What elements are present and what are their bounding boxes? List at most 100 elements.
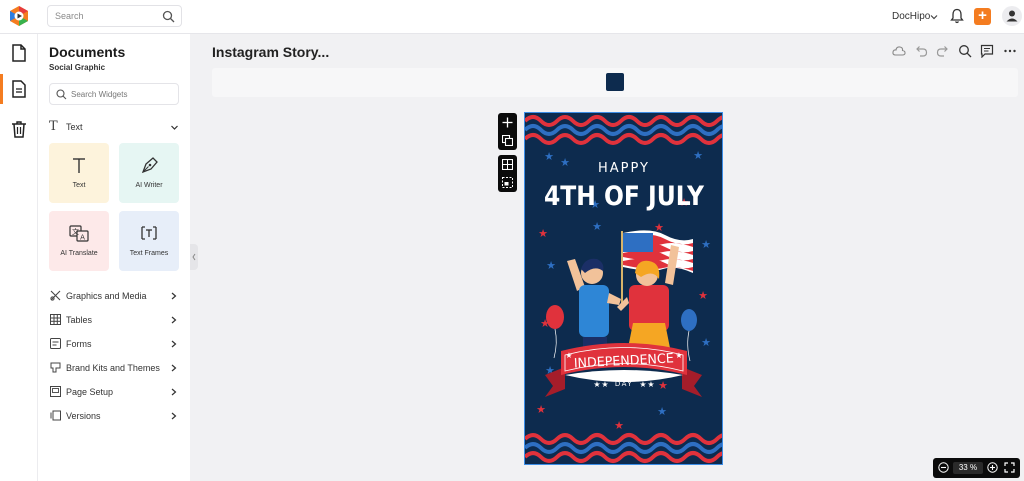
- crop-page-icon[interactable]: [502, 177, 513, 188]
- rail-documents[interactable]: [0, 38, 38, 68]
- svg-text:★: ★: [657, 405, 667, 418]
- table-icon: [50, 314, 61, 325]
- svg-text:★: ★: [658, 379, 668, 392]
- search-icon[interactable]: [958, 44, 972, 58]
- top-bar: DocHipo +: [0, 0, 1024, 34]
- widget-card-ai-writer[interactable]: AI Writer: [119, 143, 179, 203]
- text-icon: [73, 158, 85, 173]
- page-setup-icon: [50, 386, 61, 397]
- redo-icon[interactable]: [936, 44, 950, 58]
- color-palette-bar: [212, 68, 1018, 97]
- widget-card-text[interactable]: Text: [49, 143, 109, 203]
- document-title[interactable]: Instagram Story...: [212, 44, 329, 60]
- rail-trash[interactable]: [0, 114, 38, 144]
- svg-text:★: ★: [698, 289, 708, 302]
- notification-bell-icon[interactable]: [950, 8, 964, 24]
- text-section-toggle[interactable]: T Text: [49, 119, 179, 135]
- widget-card-text-frames[interactable]: Text Frames: [119, 211, 179, 271]
- menu-versions[interactable]: Versions: [49, 409, 179, 423]
- menu-forms[interactable]: Forms: [49, 337, 179, 351]
- add-page-icon[interactable]: [502, 117, 513, 128]
- svg-text:★: ★: [675, 351, 682, 360]
- cloud-save-icon[interactable]: [892, 44, 906, 58]
- chevron-down-icon: [171, 125, 178, 130]
- chevron-right-icon: [171, 292, 177, 300]
- chevron-right-icon: [171, 364, 177, 372]
- rail-pages[interactable]: [0, 74, 38, 104]
- search-icon[interactable]: [162, 10, 175, 23]
- zoom-unit: %: [970, 463, 978, 472]
- widget-search-input[interactable]: [71, 88, 171, 101]
- svg-text:★: ★: [701, 238, 711, 251]
- svg-text:★: ★: [639, 380, 646, 389]
- svg-text:★: ★: [565, 351, 572, 360]
- page-toolbar: [498, 113, 517, 150]
- menu-label: Versions: [66, 411, 101, 421]
- design-text-banner-sub[interactable]: DAY: [615, 380, 633, 388]
- menu-page-setup[interactable]: Page Setup: [49, 385, 179, 399]
- search-input[interactable]: [55, 9, 160, 23]
- menu-label: Tables: [66, 315, 93, 325]
- svg-text:A: A: [80, 234, 85, 242]
- search-box[interactable]: [47, 5, 182, 27]
- widget-search-box[interactable]: [49, 83, 179, 105]
- panel-subtitle: Social Graphic: [49, 63, 106, 72]
- brand-kit-icon: [50, 362, 61, 373]
- svg-text:★: ★: [560, 156, 570, 169]
- svg-text:★: ★: [693, 149, 703, 162]
- user-icon: [1006, 10, 1018, 22]
- menu-label: Brand Kits and Themes: [66, 363, 160, 373]
- duplicate-page-icon[interactable]: [502, 135, 513, 146]
- create-new-button[interactable]: +: [974, 8, 991, 25]
- zoom-level[interactable]: 33 %: [953, 462, 983, 474]
- text-frame-icon: [141, 226, 157, 240]
- chevron-down-icon: [930, 15, 938, 20]
- color-swatch[interactable]: [606, 73, 624, 91]
- menu-tables[interactable]: Tables: [49, 313, 179, 327]
- workspace-switcher[interactable]: DocHipo: [892, 11, 938, 22]
- artboard: ★ ★ ★ ★ ★ ★ ★ ★ ★ ★ ★ ★ ★ ★ ★ ★ ★ ★ HAPP…: [525, 113, 722, 464]
- widget-card-ai-translate[interactable]: 文A AI Translate: [49, 211, 109, 271]
- graphics-icon: [50, 290, 61, 301]
- design-text-headline[interactable]: 4TH OF JULY: [544, 181, 704, 212]
- chevron-right-icon: [171, 340, 177, 348]
- user-avatar[interactable]: [1002, 6, 1022, 26]
- comment-icon[interactable]: [980, 44, 994, 58]
- page-list-icon: [12, 80, 26, 98]
- menu-graphics-and-media[interactable]: Graphics and Media: [49, 289, 179, 303]
- svg-text:★: ★: [647, 380, 654, 389]
- grid-icon[interactable]: [502, 159, 513, 170]
- zoom-in-icon[interactable]: [987, 462, 998, 473]
- trash-icon: [12, 121, 26, 138]
- fullscreen-icon[interactable]: [1004, 462, 1015, 473]
- form-icon: [50, 338, 61, 349]
- svg-text:★: ★: [546, 259, 556, 272]
- design-canvas[interactable]: ★ ★ ★ ★ ★ ★ ★ ★ ★ ★ ★ ★ ★ ★ ★ ★ ★ ★ HAPP…: [524, 112, 723, 465]
- menu-brand-kits-and-themes[interactable]: Brand Kits and Themes: [49, 361, 179, 375]
- left-rail: [0, 34, 38, 481]
- panel-collapse-handle[interactable]: [190, 244, 198, 270]
- translate-icon: 文A: [69, 225, 89, 242]
- workspace-name: DocHipo: [892, 11, 931, 22]
- widget-panel: Documents Social Graphic T Text Text AI …: [38, 34, 190, 481]
- widget-card-label: Text: [72, 182, 86, 189]
- zoom-out-icon[interactable]: [938, 462, 949, 473]
- zoom-control: 33 %: [933, 458, 1020, 478]
- svg-text:★: ★: [601, 380, 608, 389]
- undo-icon[interactable]: [914, 44, 928, 58]
- layout-toolbar: [498, 155, 517, 192]
- svg-text:★: ★: [701, 336, 711, 349]
- chevron-right-icon: [171, 388, 177, 396]
- text-type-icon: T: [49, 119, 58, 134]
- zoom-value: 33: [958, 463, 968, 472]
- svg-text:★: ★: [536, 403, 546, 416]
- dochipo-logo-icon[interactable]: [8, 5, 30, 27]
- widget-card-label: AI Writer: [135, 182, 163, 189]
- svg-text:★: ★: [544, 150, 554, 163]
- design-text-happy[interactable]: HAPPY: [598, 161, 650, 176]
- svg-text:文: 文: [72, 227, 79, 236]
- more-options-icon[interactable]: [1003, 44, 1017, 58]
- search-icon: [56, 89, 67, 100]
- svg-text:★: ★: [538, 227, 548, 240]
- svg-text:★: ★: [592, 220, 602, 233]
